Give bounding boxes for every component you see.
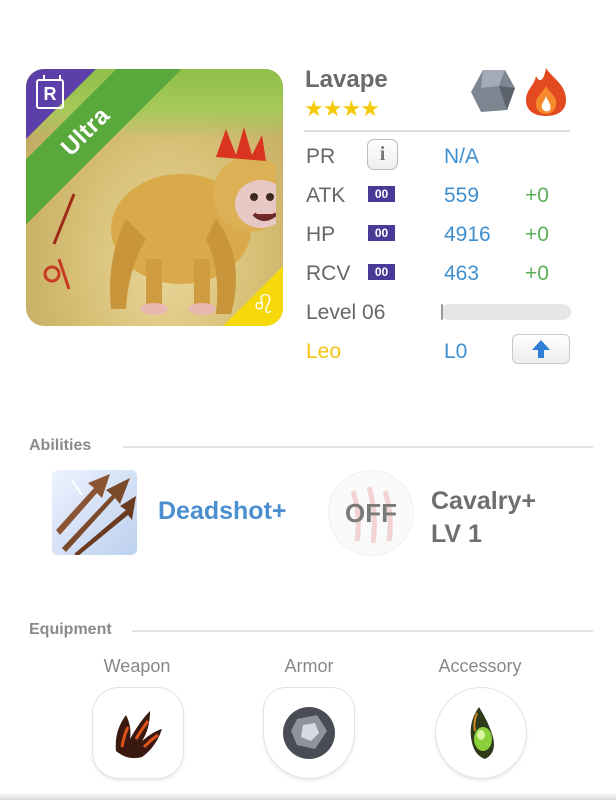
card-portrait[interactable]: Ultra R ♌ bbox=[26, 69, 283, 326]
up-arrow-icon bbox=[532, 340, 550, 358]
ability-off-state: OFF bbox=[345, 497, 397, 528]
claw-marks-icon[interactable]: OFF bbox=[328, 470, 414, 556]
info-button[interactable]: i bbox=[367, 139, 398, 170]
green-gem-icon bbox=[470, 707, 494, 759]
rarity-r-badge-icon: R bbox=[36, 75, 64, 109]
accessory-label: Accessory bbox=[438, 656, 522, 676]
leo-zodiac-icon: ♌ bbox=[251, 289, 275, 319]
ability-cavalry-level: LV 1 bbox=[431, 520, 482, 548]
atk-value: 559 bbox=[444, 184, 480, 207]
weapon-slot[interactable] bbox=[93, 688, 183, 778]
equipment-title: Equipment bbox=[29, 621, 112, 638]
hp-label: HP bbox=[306, 223, 336, 246]
lava-claw-icon bbox=[115, 711, 162, 759]
weapon-label: Weapon bbox=[103, 656, 171, 676]
atk-label: ATK bbox=[306, 184, 346, 207]
triple-arrow-icon[interactable] bbox=[52, 470, 137, 555]
weapon-slot-frame bbox=[93, 688, 183, 778]
level-progress-bar bbox=[441, 304, 571, 320]
hp-bonus: +0 bbox=[525, 223, 549, 246]
pr-value: N/A bbox=[444, 145, 480, 168]
pr-label: PR bbox=[306, 145, 336, 168]
armor-slot[interactable] bbox=[264, 688, 354, 778]
zodiac-level: L0 bbox=[444, 340, 468, 363]
star-rating: ★★★★ bbox=[304, 96, 380, 121]
rcv-value: 463 bbox=[444, 262, 480, 285]
rcv-label: RCV bbox=[306, 262, 351, 285]
abilities-title: Abilities bbox=[29, 437, 92, 454]
ability-deadshot[interactable]: Deadshot+ bbox=[158, 497, 287, 526]
atk-bonus: +0 bbox=[525, 184, 549, 207]
level-progress-fill bbox=[441, 304, 443, 320]
armor-slot-frame bbox=[264, 688, 354, 778]
rcv-badge: 00 bbox=[368, 264, 395, 280]
bottom-edge bbox=[0, 792, 616, 800]
rock-element-icon bbox=[471, 70, 515, 112]
level-label: Level 06 bbox=[306, 301, 386, 324]
accessory-slot-frame bbox=[436, 688, 526, 778]
ability-cavalry-name: Cavalry+ bbox=[431, 487, 536, 515]
accessory-slot[interactable] bbox=[436, 688, 526, 778]
upgrade-button[interactable] bbox=[512, 334, 570, 364]
ability-cavalry[interactable]: Cavalry+ LV 1 bbox=[431, 485, 536, 551]
equipment-divider bbox=[132, 630, 593, 632]
fire-element-icon bbox=[526, 68, 566, 116]
header-divider bbox=[304, 130, 570, 132]
atk-badge: 00 bbox=[368, 186, 395, 202]
armor-label: Armor bbox=[284, 656, 334, 676]
hp-value: 4916 bbox=[444, 223, 491, 246]
hp-badge: 00 bbox=[368, 225, 395, 241]
info-icon: i bbox=[379, 143, 386, 165]
stone-armor-icon bbox=[283, 707, 335, 759]
card-name: Lavape bbox=[305, 66, 388, 93]
zodiac-name: Leo bbox=[306, 340, 342, 363]
abilities-divider bbox=[123, 446, 593, 448]
rcv-bonus: +0 bbox=[525, 262, 549, 285]
